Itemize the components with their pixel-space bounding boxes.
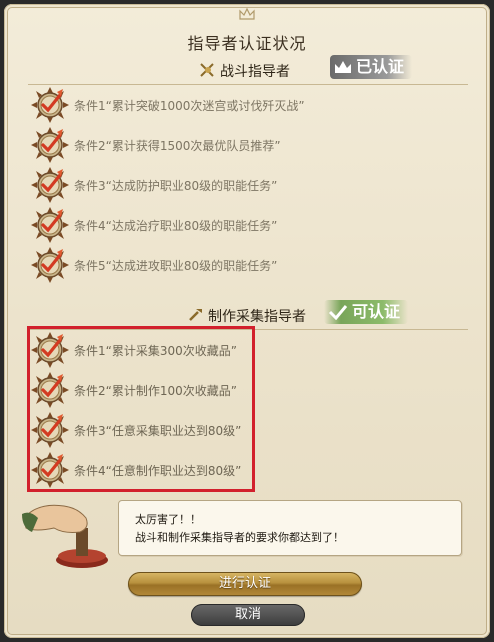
- certified-badge: 已认证: [330, 55, 413, 79]
- condition-medal-icon: [31, 87, 69, 123]
- condition-medal-icon: [31, 207, 69, 243]
- dialog-line-2: 战斗和制作采集指导者的要求你都达到了！: [135, 531, 344, 544]
- combat-condition-3: 条件3“达成防护职业80级的职能任务”: [30, 166, 450, 204]
- condition-medal-icon: [31, 167, 69, 203]
- combat-condition-text: 条件2“累计获得1500次最优队员推荐”: [74, 138, 281, 153]
- combat-condition-text: 条件3“达成防护职业80级的职能任务”: [74, 178, 278, 193]
- combat-condition-4: 条件4“达成治疗职业80级的职能任务”: [30, 206, 450, 244]
- dialog-box: 太厉害了！！ 战斗和制作采集指导者的要求你都达到了！: [118, 500, 462, 556]
- cancel-button[interactable]: 取消: [191, 604, 305, 626]
- certifiable-badge-label: 可认证: [352, 302, 401, 321]
- certify-button[interactable]: 进行认证: [128, 572, 362, 596]
- window-title: 指导者认证状况: [187, 34, 307, 53]
- stamp-illustration-icon: [22, 504, 108, 568]
- combat-condition-5: 条件5“达成进攻职业80级的职能任务”: [30, 246, 450, 284]
- tool-badge-icon: [189, 309, 202, 321]
- crafting-section-label: 制作采集指导者: [208, 309, 306, 325]
- combat-condition-1: 条件1“累计突破1000次迷宫或讨伐歼灭战”: [30, 86, 450, 124]
- highlight-frame: [27, 326, 255, 492]
- combat-section-label: 战斗指导者: [220, 64, 290, 80]
- combat-condition-text: 条件4“达成治疗职业80级的职能任务”: [74, 218, 278, 233]
- combat-condition-text: 条件5“达成进攻职业80级的职能任务”: [74, 258, 278, 273]
- dialog-line-1: 太厉害了！！: [135, 513, 201, 526]
- combat-condition-2: 条件2“累计获得1500次最优队员推荐”: [30, 126, 450, 164]
- condition-medal-icon: [31, 127, 69, 163]
- sword-badge-icon: [200, 63, 214, 77]
- certified-badge-label: 已认证: [356, 57, 405, 76]
- crown-icon: [335, 61, 351, 73]
- condition-medal-icon: [31, 247, 69, 283]
- combat-condition-text: 条件1“累计突破1000次迷宫或讨伐歼灭战”: [74, 98, 305, 113]
- checkmark-icon: [328, 305, 348, 320]
- certifiable-badge: 可认证: [324, 300, 409, 324]
- combat-section-header: 战斗指导者 已认证: [28, 55, 468, 85]
- crown-crest-icon: [239, 7, 255, 20]
